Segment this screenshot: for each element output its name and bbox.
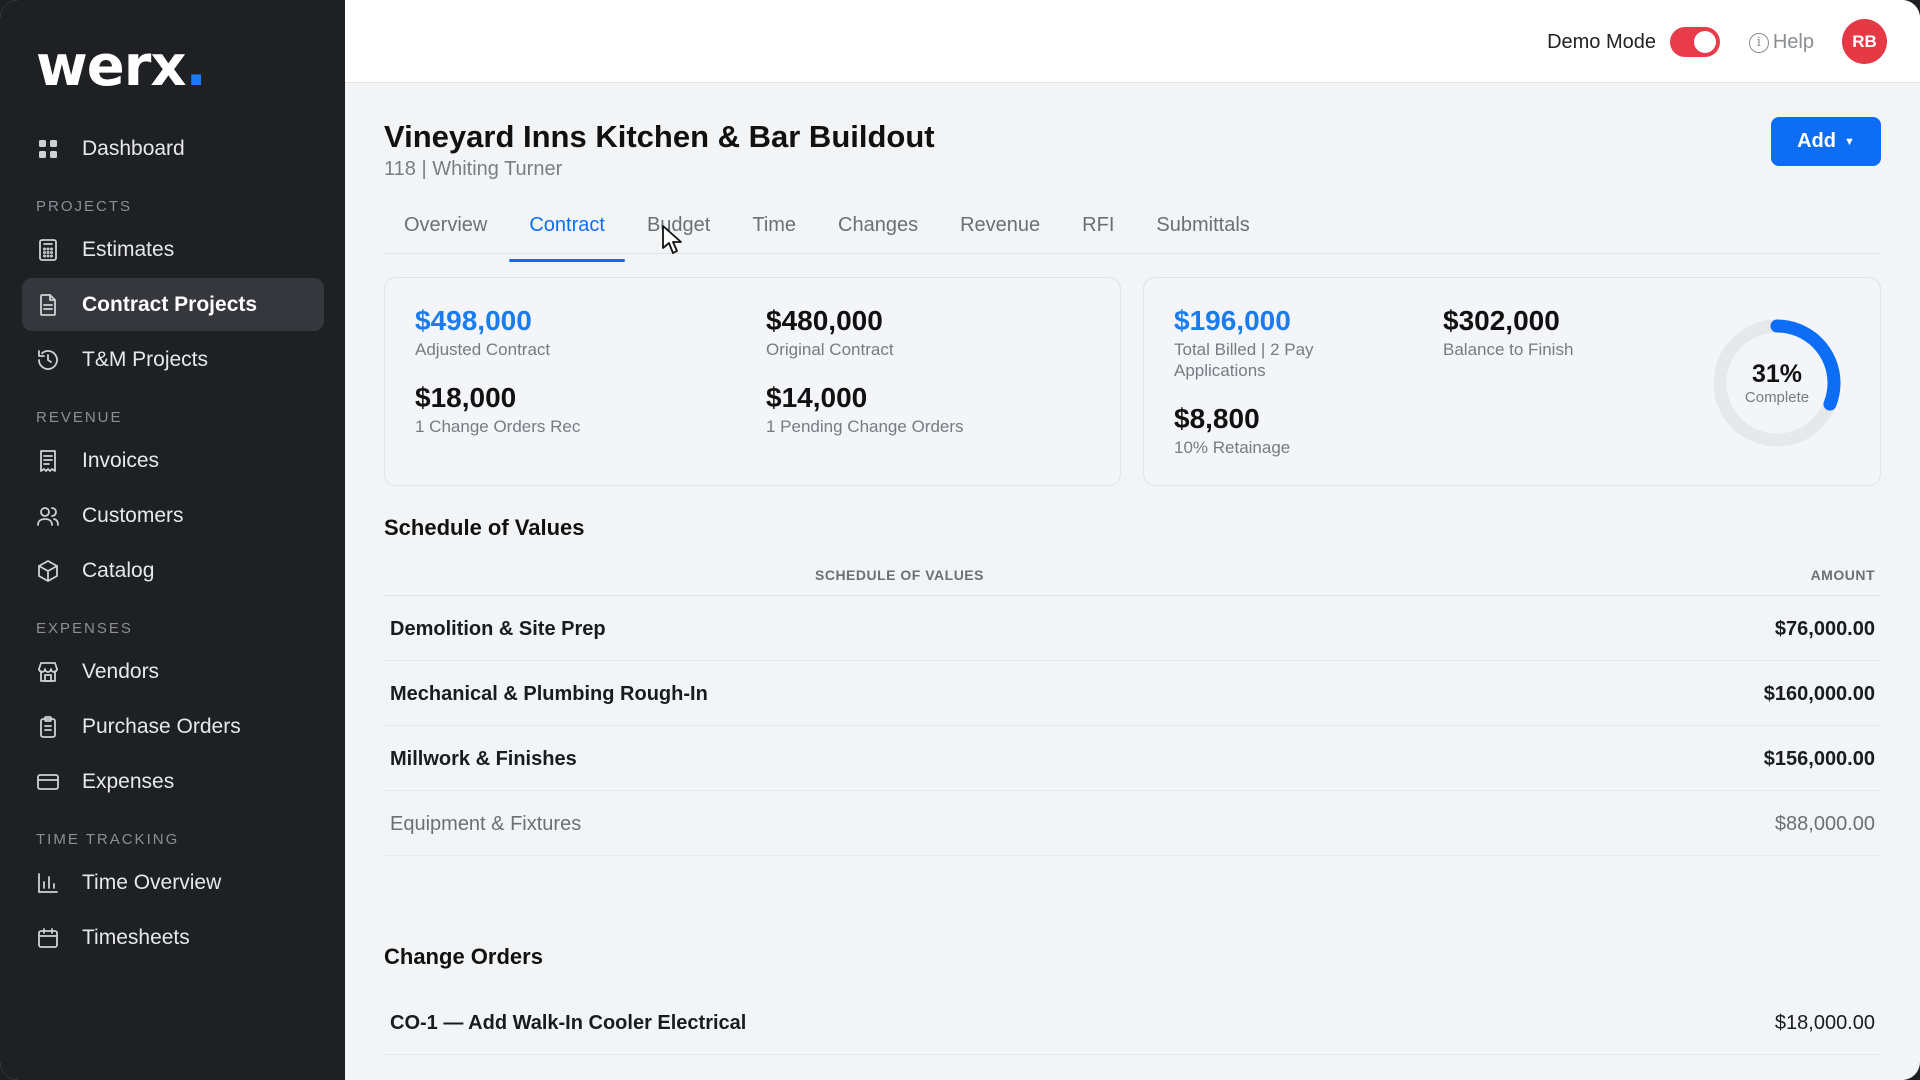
sov-item-amount: $88,000.00 bbox=[1774, 813, 1875, 835]
sov-item-name: Millwork & Finishes bbox=[390, 748, 577, 770]
sidebar-item-catalog[interactable]: Catalog bbox=[22, 544, 324, 597]
sidebar-section-projects: PROJECTS bbox=[36, 198, 133, 215]
sov-table-header: SCHEDULE OF VALUES AMOUNT bbox=[384, 557, 1881, 596]
tab-changes[interactable]: Changes bbox=[818, 207, 938, 253]
sov-item-amount: $156,000.00 bbox=[1763, 748, 1875, 770]
calculator-icon bbox=[36, 238, 60, 262]
sov-item-amount: $76,000.00 bbox=[1774, 618, 1875, 640]
help-label: Help bbox=[1772, 31, 1814, 53]
sov-section-title: Schedule of Values bbox=[384, 515, 585, 540]
sov-col-item[interactable]: SCHEDULE OF VALUES bbox=[815, 567, 984, 583]
retainage-stat: $8,800 10% Retainage bbox=[1174, 403, 1291, 457]
sov-col-amount[interactable]: AMOUNT bbox=[1811, 567, 1875, 583]
completion-donut: 31% Complete bbox=[1711, 317, 1843, 449]
tab-contract[interactable]: Contract bbox=[509, 207, 625, 262]
sidebar-item-label: Invoices bbox=[82, 448, 160, 472]
change-order-name: CO-1 — Add Walk-In Cooler Electrical bbox=[390, 1012, 747, 1034]
document-icon bbox=[36, 293, 60, 317]
change-orders-section-title: Change Orders bbox=[384, 944, 543, 969]
sidebar-item-label: Timesheets bbox=[82, 925, 190, 949]
sidebar-item-label: Contract Projects bbox=[82, 292, 258, 316]
sidebar-item-label: Purchase Orders bbox=[82, 714, 241, 738]
sidebar-item-invoices[interactable]: Invoices bbox=[22, 434, 324, 487]
history-icon bbox=[36, 348, 60, 372]
sidebar-item-contract-projects[interactable]: Contract Projects bbox=[22, 278, 324, 331]
project-subtitle: 118 | Whiting Turner bbox=[384, 158, 563, 180]
sidebar-item-label: Expenses bbox=[82, 769, 175, 793]
page-title: Vineyard Inns Kitchen & Bar Buildout bbox=[384, 119, 935, 154]
sidebar-item-label: Customers bbox=[82, 503, 184, 527]
grid-icon bbox=[36, 137, 60, 161]
sidebar-item-label: Estimates bbox=[82, 237, 175, 261]
sidebar-section-revenue: REVENUE bbox=[36, 409, 123, 426]
clipboard-icon bbox=[36, 715, 60, 739]
tab-revenue[interactable]: Revenue bbox=[940, 207, 1060, 253]
completion-label: Complete bbox=[1744, 389, 1810, 406]
sidebar-item-vendors[interactable]: Vendors bbox=[22, 645, 324, 698]
original-contract-stat: $480,000 Original Contract bbox=[766, 305, 894, 359]
sov-item-name: Equipment & Fixtures bbox=[390, 813, 582, 835]
adjusted-contract-stat: $498,000 Adjusted Contract bbox=[415, 305, 551, 359]
sidebar-item-customers[interactable]: Customers bbox=[22, 489, 324, 542]
table-row[interactable]: Equipment & Fixtures $88,000.00 bbox=[384, 791, 1881, 856]
billing-summary-card: $196,000 Total Billed | 2 Pay Applicatio… bbox=[1143, 277, 1881, 486]
calendar-icon bbox=[36, 926, 60, 950]
tab-overview[interactable]: Overview bbox=[384, 207, 507, 253]
completion-percent: 31% bbox=[1751, 360, 1803, 388]
sidebar-item-timesheets[interactable]: Timesheets bbox=[22, 911, 324, 964]
change-orders-rec-stat: $18,000 1 Change Orders Rec bbox=[415, 382, 581, 436]
sidebar-item-time-overview[interactable]: Time Overview bbox=[22, 856, 324, 909]
sidebar-item-estimates[interactable]: Estimates bbox=[22, 223, 324, 276]
credit-card-icon bbox=[36, 770, 60, 794]
project-tabs: Overview Contract Budget Time Changes Revenue… bbox=[384, 207, 1881, 262]
box-icon bbox=[36, 559, 60, 583]
sidebar-item-label: Catalog bbox=[82, 558, 155, 582]
balance-to-finish-stat: $302,000 Balance to Finish bbox=[1443, 305, 1574, 359]
sidebar-section-time-tracking: TIME TRACKING bbox=[36, 831, 180, 848]
sidebar-item-purchase-orders[interactable]: Purchase Orders bbox=[22, 700, 324, 753]
table-row[interactable]: Millwork & Finishes $156,000.00 bbox=[384, 726, 1881, 791]
info-icon: i bbox=[1748, 32, 1769, 53]
sidebar-item-label: Time Overview bbox=[82, 870, 222, 894]
toggle-knob bbox=[1694, 31, 1716, 53]
sidebar-section-expenses: EXPENSES bbox=[36, 620, 133, 637]
sidebar-item-expenses[interactable]: Expenses bbox=[22, 755, 324, 808]
total-billed-stat: $196,000 Total Billed | 2 Pay Applicatio… bbox=[1174, 305, 1314, 380]
tab-time[interactable]: Time bbox=[732, 207, 816, 253]
sidebar-item-dashboard[interactable]: Dashboard bbox=[22, 122, 324, 175]
sidebar-item-label: T&M Projects bbox=[82, 347, 209, 371]
sidebar-nav: Dashboard PROJECTS Estimates Contract Proje… bbox=[22, 120, 324, 966]
demo-mode-label: Demo Mode bbox=[1547, 31, 1656, 53]
sov-item-name: Demolition & Site Prep bbox=[390, 618, 606, 640]
sov-item-amount: $160,000.00 bbox=[1763, 683, 1875, 705]
sov-item-name: Mechanical & Plumbing Rough-In bbox=[390, 683, 708, 705]
list-item[interactable]: CO-1 — Add Walk-In Cooler Electrical $18,… bbox=[384, 990, 1881, 1055]
pending-change-orders-stat: $14,000 1 Pending Change Orders bbox=[766, 382, 964, 436]
caret-down-icon: ▼ bbox=[1844, 135, 1855, 148]
help-link[interactable]: i Help bbox=[1748, 31, 1814, 54]
top-bar: Demo Mode i Help RB bbox=[345, 0, 1920, 83]
change-order-amount: $18,000.00 bbox=[1774, 1012, 1875, 1034]
sidebar: werx. Dashboard PROJECTS Estimates Contract… bbox=[0, 0, 345, 1080]
sidebar-item-label: Dashboard bbox=[82, 136, 185, 160]
user-avatar[interactable]: RB bbox=[1842, 19, 1887, 64]
mouse-cursor-icon bbox=[662, 225, 682, 254]
table-row[interactable]: Demolition & Site Prep $76,000.00 bbox=[384, 596, 1881, 661]
app-window: werx. Dashboard PROJECTS Estimates Contract… bbox=[0, 0, 1920, 1080]
receipt-icon bbox=[36, 449, 60, 473]
demo-mode-toggle[interactable] bbox=[1670, 27, 1720, 57]
werx-logo[interactable]: werx. bbox=[36, 34, 207, 99]
tab-submittals[interactable]: Submittals bbox=[1136, 207, 1269, 253]
tab-rfi[interactable]: RFI bbox=[1062, 207, 1134, 253]
sidebar-item-label: Vendors bbox=[82, 659, 160, 683]
bar-chart-icon bbox=[36, 871, 60, 895]
contract-summary-card: $498,000 Adjusted Contract $480,000 Orig… bbox=[384, 277, 1121, 486]
sidebar-item-t-m-projects[interactable]: T&M Projects bbox=[22, 333, 324, 386]
table-row[interactable]: Mechanical & Plumbing Rough-In $160,000.0… bbox=[384, 661, 1881, 726]
store-icon bbox=[36, 660, 60, 684]
users-icon bbox=[36, 504, 60, 528]
add-button[interactable]: Add ▼ bbox=[1771, 117, 1881, 166]
